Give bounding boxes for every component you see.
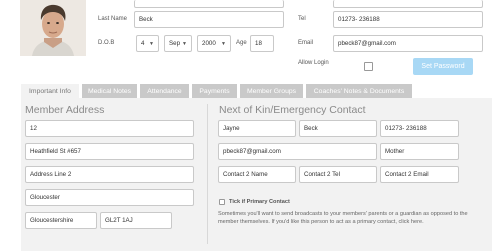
dob-label: D.O.B [98, 40, 115, 46]
last-name-label: Last Name [98, 16, 128, 22]
tab-important-info[interactable]: Important Info [21, 84, 79, 98]
kin-tel-input[interactable]: 01273- 236188 [380, 120, 459, 137]
dob-month-select[interactable]: Sep ▼ [164, 35, 192, 52]
age-label: Age [236, 40, 247, 46]
last-name-input[interactable]: Beck [134, 11, 284, 28]
help-text-line1: Sometimes you'll want to send broadcasts… [218, 211, 468, 217]
chevron-down-icon: ▼ [182, 40, 187, 47]
county-input[interactable]: Gloucestershire [25, 212, 97, 229]
address-line2-input[interactable]: Heathfield St #657 [25, 143, 194, 160]
tab-coaches-notes[interactable]: Coaches' Notes & Documents [306, 84, 412, 98]
avatar [20, 0, 86, 56]
primary-contact-label: Tick if Primary Contact [229, 199, 290, 205]
tab-payments[interactable]: Payments [192, 84, 237, 98]
section-divider [207, 104, 208, 244]
tab-member-groups[interactable]: Member Groups [240, 84, 303, 98]
next-of-kin-heading: Next of Kin/Emergency Contact [219, 104, 366, 116]
dob-year-value: 2000 [202, 40, 216, 47]
tab-attendance[interactable]: Attendance [140, 84, 189, 98]
allow-login-label: Allow Login [298, 60, 329, 66]
top-field-blank[interactable] [134, 0, 284, 8]
dob-year-select[interactable]: 2000 ▼ [197, 35, 231, 52]
allow-login-checkbox[interactable] [364, 62, 373, 71]
dob-month-value: Sep [169, 40, 181, 47]
postcode-input[interactable]: GL2T 1AJ [100, 212, 172, 229]
contact2-email-input[interactable]: Contact 2 Email [380, 166, 459, 183]
tab-medical-notes[interactable]: Medical Notes [82, 84, 137, 98]
age-input: 18 [250, 35, 274, 52]
primary-contact-checkbox[interactable] [219, 199, 225, 205]
top-field-blank-right[interactable] [333, 0, 483, 8]
kin-first-name-input[interactable]: Jayne [218, 120, 296, 137]
contact2-name-input[interactable]: Contact 2 Name [218, 166, 296, 183]
kin-relation-input[interactable]: Mother [380, 143, 459, 160]
city-input[interactable]: Gloucester [25, 189, 194, 206]
dob-day-value: 4 [141, 40, 145, 47]
tel-input[interactable]: 01273- 236188 [333, 11, 483, 28]
email-label: Email [298, 40, 314, 46]
kin-email-input[interactable]: pbeck87@gmail.com [218, 143, 377, 160]
kin-last-name-input[interactable]: Beck [299, 120, 377, 137]
help-text-line2: member themselves. If you'd like this pe… [218, 219, 424, 225]
dob-day-select[interactable]: 4 ▼ [136, 35, 159, 52]
address-line3-input[interactable]: Address Line 2 [25, 166, 194, 183]
member-address-heading: Member Address [25, 104, 105, 116]
tel-label: Tel [298, 16, 306, 22]
chevron-down-icon: ▼ [221, 40, 226, 47]
chevron-down-icon: ▼ [149, 40, 154, 47]
set-password-button[interactable]: Set Password [413, 58, 473, 75]
contact2-tel-input[interactable]: Contact 2 Tel [299, 166, 377, 183]
email-input[interactable]: pbeck87@gmail.com [333, 35, 483, 52]
address-line1-input[interactable]: 12 [25, 120, 194, 137]
